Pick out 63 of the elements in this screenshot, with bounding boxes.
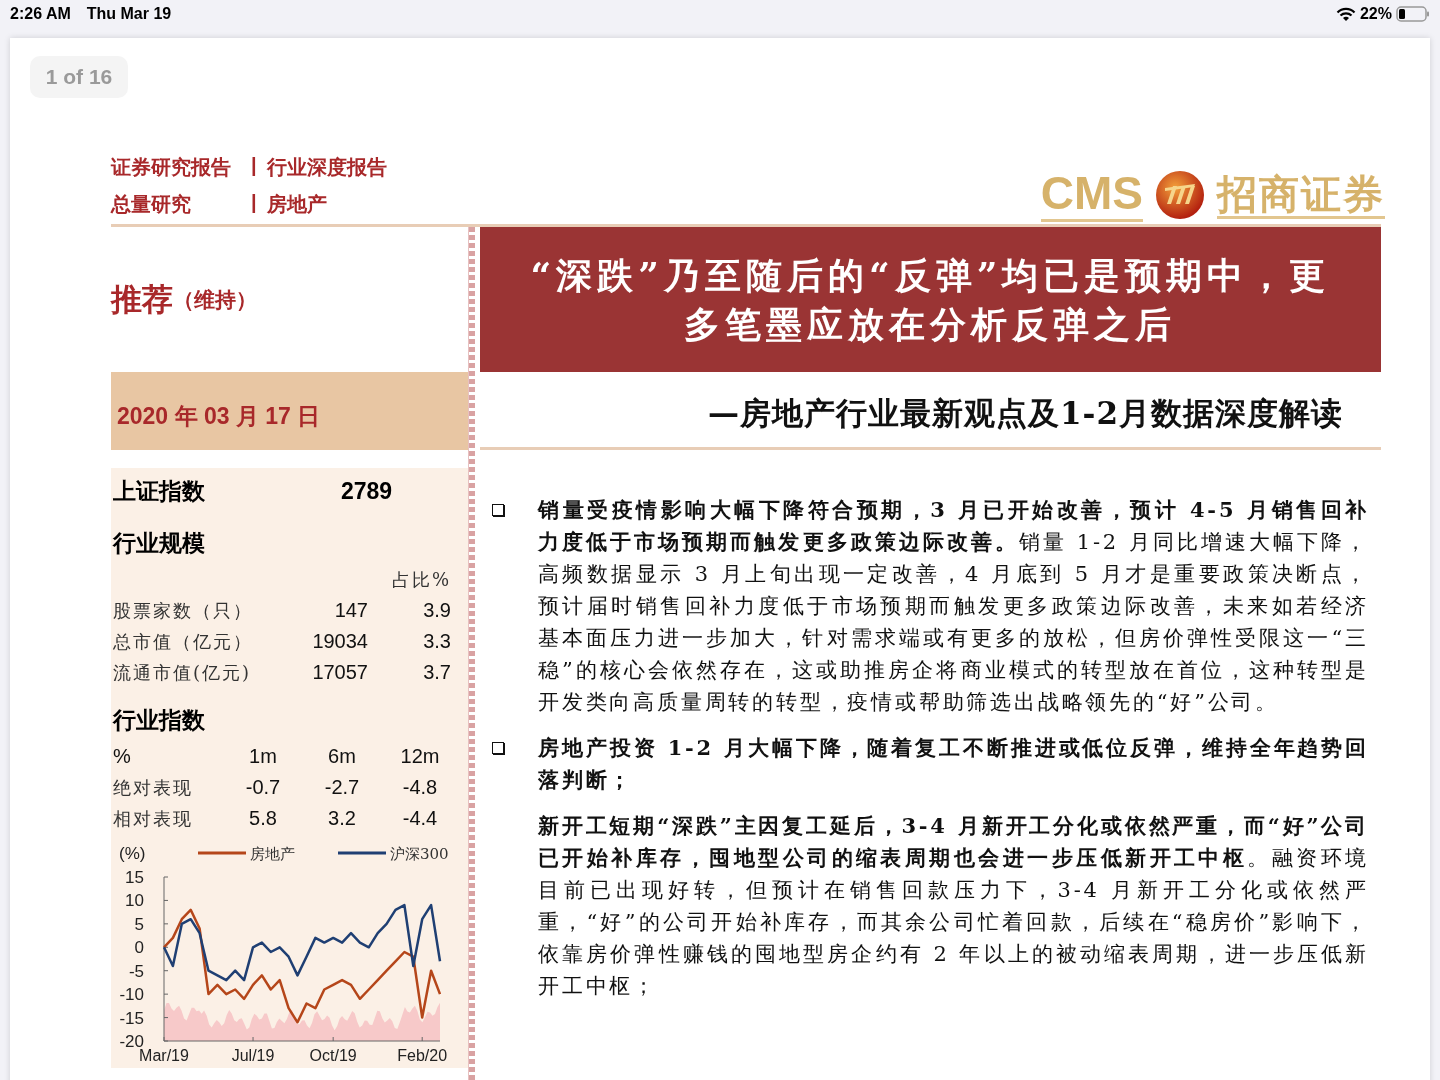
axis-label: 5 (134, 914, 144, 934)
table-cell-text: -4.4 (401, 806, 439, 831)
status-time: 2:26 AM (10, 5, 71, 23)
column-header: 12m (399, 744, 441, 769)
logo-wordmark: CMS (1040, 168, 1143, 222)
logo-emblem-icon (1155, 170, 1205, 221)
table-cell-text: 147 (333, 598, 368, 623)
table-cell-text: -2.7 (323, 775, 361, 800)
table-cell-text: 3.3 (422, 629, 451, 654)
report-subtitle: —房地产行业最新观点及1-2月数据深度解读 (708, 394, 1343, 433)
column-header: 占比% (390, 568, 451, 592)
axis-label: -5 (128, 961, 144, 981)
table-cell-text: 总市值（亿元） (113, 630, 254, 654)
report-date: 2020 年 03 月 17 日 (117, 402, 321, 431)
column-header: % (113, 744, 132, 769)
axis-label: -10 (119, 985, 144, 1005)
battery-percentage: 22% (1359, 5, 1392, 23)
axis-title: (%) (119, 844, 146, 863)
axis-label: -15 (119, 1008, 144, 1028)
page-indicator: 1 of 16 (30, 56, 128, 98)
table-cell-text: 19034 (311, 629, 368, 654)
axis-label: Oct/19 (309, 1047, 357, 1064)
body-paragraph: 房地产投资 1-2 月大幅下降，随着复工不断推进或低位反弹，维持全年趋势回落判断； (538, 734, 1369, 794)
table-cell-text: 3.2 (327, 806, 357, 831)
axis-label: Jul/19 (231, 1047, 275, 1064)
divider-text: | (251, 191, 258, 215)
report-title: “深跌”乃至随后的“反弹”均已是预期中，更 多笔墨应放在分析反弹之后 (530, 252, 1331, 347)
table-cell-text: 相对表现 (113, 807, 194, 831)
table-cell-text: 3.7 (422, 660, 451, 685)
table-cell-text: 流通市值(亿元) (113, 661, 253, 685)
section-title: 行业规模 (113, 528, 206, 558)
axis-label: Feb/20 (397, 1047, 448, 1064)
divider-text: | (251, 154, 258, 178)
table-cell-text: 绝对表现 (113, 776, 194, 800)
rating-label: 推荐 (111, 279, 173, 319)
body-paragraph: 销量受疫情影响大幅下降符合预期，3 月已开始改善，预计 4-5 月销售回补力度低于市场预期而触发更多政策边际改善。销量 1-2 月同比增速大幅下降，高频数据显示 3 月上旬出现一定改善，4 月底到 5 月才是重要政策决断点，预计届时销售回补力度低于市场预期而触发更多政策边际改善，未来如若经济基本面压力进一步加大，针对需求端或有更多的放松，但房价弹性受限这一“三稳”的核心会依然存在，这或助推房企将商业模式的转型放在首位，这种转型是开发类向高质量周转的转型，疫情或帮助筛选出战略领先的“好”公司。 (538, 496, 1369, 716)
status-date: Thu Mar 19 (86, 5, 172, 23)
table-cell-text: -4.8 (401, 775, 439, 800)
wifi-icon (1335, 6, 1356, 22)
battery-icon (1396, 6, 1430, 22)
axis-label: 15 (125, 868, 144, 887)
table-cell-text: 17057 (311, 660, 368, 685)
report-type: 房地产 (267, 192, 328, 217)
column-header: 1m (248, 744, 278, 769)
index-label: 上证指数 (113, 475, 206, 506)
legend-label: 房地产 (250, 845, 295, 863)
logo-company-name: 招商证券 (1217, 171, 1385, 219)
table-cell-text: 股票家数（只） (113, 599, 254, 623)
axis-label: Mar/19 (139, 1047, 189, 1064)
table-cell-text: 3.9 (422, 598, 451, 623)
section-title: 行业指数 (113, 705, 206, 735)
table-cell-text: 5.8 (248, 806, 278, 831)
axis-label: 0 (134, 938, 144, 958)
column-header: 6m (327, 744, 357, 769)
report-type: 行业深度报告 (267, 155, 387, 180)
body-paragraph: 新开工短期“深跌”主因复工延后，3-4 月新开工分化或依然严重，而“好”公司已开始补库存，囤地型公司的缩表周期也会进一步压低新开工中枢。融资环境目前已出现好转，但预计在销售回款压力下，3-4 月新开工分化或依然严重，“好”的公司开始补库存，而其余公司忙着回款，后续在“稳房价”影响下，依靠房价弹性赚钱的囤地型房企约有 2 年以上的被动缩表周期，进一步压低新开工中枢； (538, 812, 1369, 1000)
report-category: 总量研究 (111, 192, 192, 217)
index-value: 2789 (341, 477, 393, 505)
rating-note: （维持） (173, 285, 257, 314)
table-cell-text: -0.7 (244, 775, 282, 800)
report-category: 证券研究报告 (111, 155, 232, 180)
axis-label: 10 (125, 891, 144, 911)
legend-label: 沪深300 (390, 845, 449, 863)
